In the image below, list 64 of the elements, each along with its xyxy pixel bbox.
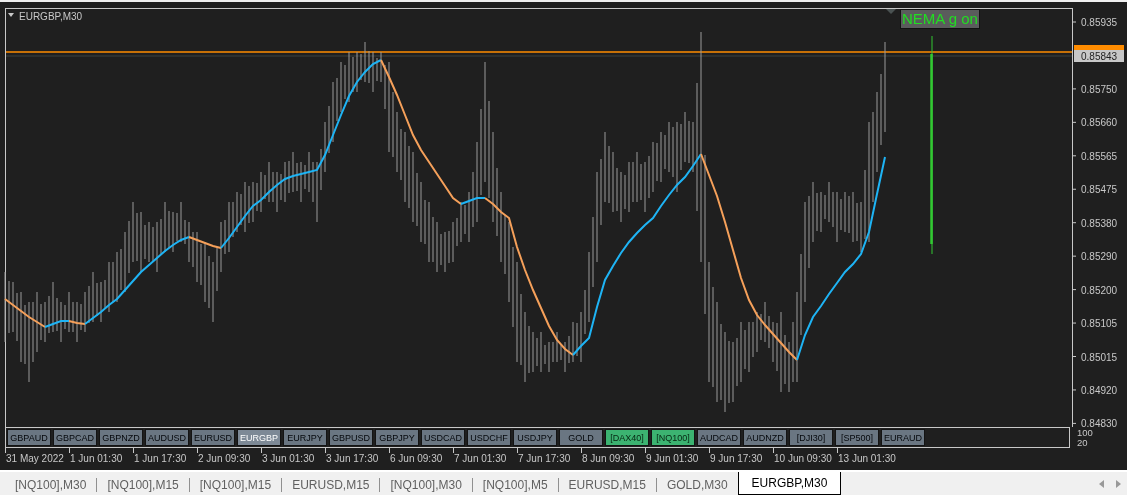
chart-title: EURGBP,M30 <box>19 11 83 22</box>
time-label: 3 Jun 01:30 <box>262 453 315 465</box>
time-label: 6 Jun 09:30 <box>390 453 443 465</box>
symbol-button[interactable]: [SP500] <box>835 429 879 447</box>
chart-shift-marker-icon[interactable] <box>886 9 896 14</box>
symbol-button[interactable]: EURGBP <box>237 429 281 447</box>
symbol-button[interactable]: GOLD <box>559 429 603 447</box>
price-label: 0.85935 <box>1081 17 1118 28</box>
price-label: 0.85565 <box>1081 150 1118 162</box>
symbol-button[interactable]: GBPUSD <box>329 429 373 447</box>
symbol-button[interactable]: AUDNZD <box>743 429 787 447</box>
chart-tab[interactable]: [NQ100],M15 <box>189 474 282 495</box>
time-label: 1 Jun 01:30 <box>70 453 123 465</box>
time-label: 7 Jun 17:30 <box>518 453 571 465</box>
symbol-button[interactable]: EURJPY <box>283 429 327 447</box>
symbol-button[interactable]: USDCHF <box>467 429 511 447</box>
symbol-button[interactable]: USDCAD <box>421 429 465 447</box>
symbol-button[interactable]: [DJI30] <box>789 429 833 447</box>
time-label: 9 Jun 01:30 <box>646 453 699 465</box>
price-label: 0.85200 <box>1081 284 1118 296</box>
chart-tab[interactable]: GOLD,M30 <box>656 474 738 495</box>
indicator-label: NEMA g on <box>900 9 980 29</box>
time-label: 31 May 2022 <box>6 453 64 465</box>
symbol-button[interactable]: GBPCAD <box>53 429 97 447</box>
price-label: 0.85105 <box>1081 318 1118 330</box>
chart-tab[interactable]: EURGBP,M30 <box>737 472 842 495</box>
symbol-button[interactable]: AUDUSD <box>145 429 189 447</box>
price-label: 0.85290 <box>1081 251 1118 263</box>
symbol-button[interactable]: [NQ100] <box>651 429 695 447</box>
symbol-button[interactable]: GBPNZD <box>99 429 143 447</box>
price-label: 0.85750 <box>1081 83 1118 95</box>
time-label: 3 Jun 17:30 <box>326 453 379 465</box>
price-label: 0.84830 <box>1081 418 1118 428</box>
time-label: 10 Jun 09:30 <box>774 453 832 465</box>
symbol-button[interactable]: AUDCAD <box>697 429 741 447</box>
time-label: 13 Jun 01:30 <box>838 453 896 465</box>
chart-tab[interactable]: EURUSD,M15 <box>558 474 656 495</box>
time-label: 9 Jun 17:30 <box>710 453 763 465</box>
price-label: 0.85660 <box>1081 117 1118 129</box>
chart-tab[interactable]: [NQ100],M15 <box>97 474 189 495</box>
right-arrow-icon <box>1116 479 1121 488</box>
time-label: 7 Jun 01:30 <box>454 453 507 465</box>
time-label: 2 Jun 09:30 <box>198 453 251 465</box>
symbol-button[interactable]: EURAUD <box>881 429 925 447</box>
symbol-button[interactable]: USDJPY <box>513 429 557 447</box>
time-label: 8 Jun 09:30 <box>582 453 635 465</box>
dropdown-triangle-icon[interactable] <box>8 13 14 17</box>
chart-tab[interactable]: [NQ100],M30 <box>380 474 472 495</box>
price-label: 0.85015 <box>1081 351 1118 363</box>
time-label: 1 Jun 17:30 <box>134 453 187 465</box>
current-price-tag: 0.85843 <box>1074 50 1124 62</box>
left-arrow-icon <box>1099 479 1104 488</box>
chart-tab[interactable]: EURUSD,M15 <box>282 474 380 495</box>
symbol-button[interactable]: GBPJPY <box>375 429 419 447</box>
price-label: 0.85475 <box>1081 184 1118 196</box>
chart-tab[interactable]: [NQ100],M5 <box>472 474 558 495</box>
scale-label: 20 <box>1077 438 1089 449</box>
symbol-button[interactable]: EURUSD <box>191 429 235 447</box>
symbol-button[interactable]: [DAX40] <box>605 429 649 447</box>
chart-tab[interactable]: [NQ100],M30 <box>5 474 97 495</box>
scale-label: 100 <box>1077 428 1093 439</box>
price-label: 0.85380 <box>1081 217 1118 229</box>
symbol-button[interactable]: GBPAUD <box>7 429 51 447</box>
price-label: 0.84920 <box>1081 384 1118 396</box>
